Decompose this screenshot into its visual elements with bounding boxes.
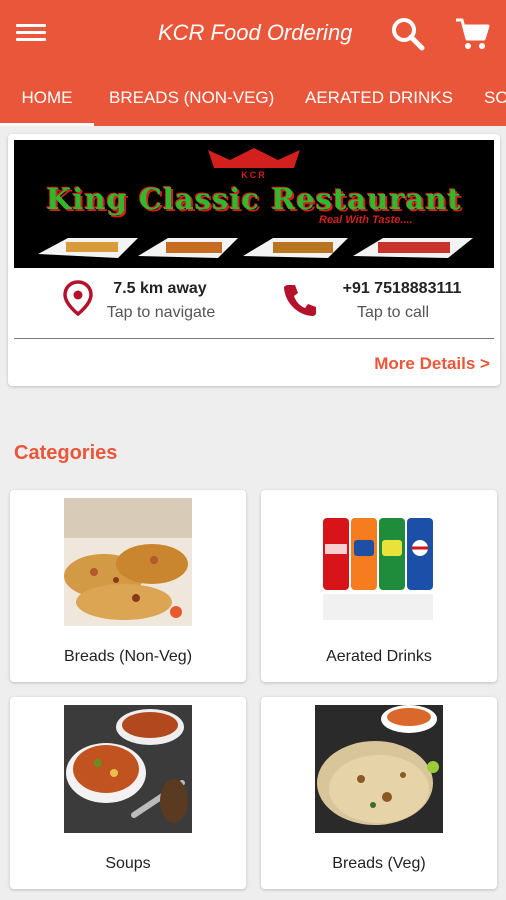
category-card-soups[interactable]: Soups xyxy=(10,697,246,889)
category-card-breads-non-veg[interactable]: Breads (Non-Veg) xyxy=(10,490,246,682)
navigate-link[interactable]: Tap to navigate xyxy=(88,304,234,322)
tab-aerated-drinks[interactable]: AERATED DRINKS xyxy=(305,70,453,126)
category-tabs: HOME BREADS (NON-VEG) AERATED DRINKS SO xyxy=(0,70,506,126)
food-plates-image xyxy=(38,238,473,258)
phone-number: +91 7518883111 xyxy=(342,280,462,297)
category-label: Breads (Non-Veg) xyxy=(63,648,193,665)
restaurant-info-card: KCR King Classic Restaurant Real With Ta… xyxy=(8,134,500,386)
category-card-aerated-drinks[interactable]: Aerated Drinks xyxy=(261,490,497,682)
categories-heading: Categories xyxy=(14,442,118,464)
breads-veg-image xyxy=(315,705,443,833)
cart-icon[interactable] xyxy=(453,15,491,53)
crown-icon xyxy=(208,148,300,168)
more-details-link[interactable]: More Details > xyxy=(374,354,490,374)
call-link[interactable]: Tap to call xyxy=(338,304,448,322)
breads-non-veg-image xyxy=(64,498,192,626)
restaurant-banner: KCR King Classic Restaurant Real With Ta… xyxy=(14,140,494,268)
category-label: Soups xyxy=(105,855,151,872)
tab-breads-non-veg[interactable]: BREADS (NON-VEG) xyxy=(109,70,274,126)
distance-text: 7.5 km away xyxy=(113,280,207,297)
category-label: Aerated Drinks xyxy=(326,648,432,665)
aerated-drinks-image xyxy=(315,498,443,626)
app-bar: KCR Food Ordering HOME BREADS (NON-VEG) … xyxy=(0,0,506,126)
soups-image xyxy=(64,705,192,833)
restaurant-name: King Classic Restaurant xyxy=(46,182,462,216)
app-title: KCR Food Ordering xyxy=(158,20,353,45)
banner-mark: KCR xyxy=(241,170,267,180)
restaurant-tagline: Real With Taste.... xyxy=(319,214,413,226)
tab-home[interactable]: HOME xyxy=(0,70,94,126)
search-icon[interactable] xyxy=(390,16,426,52)
category-label: Breads (Veg) xyxy=(332,855,426,872)
phone-icon xyxy=(284,285,316,316)
card-divider xyxy=(14,338,494,339)
tab-soups[interactable]: SO xyxy=(484,70,506,126)
menu-icon[interactable] xyxy=(14,20,48,48)
category-card-breads-veg[interactable]: Breads (Veg) xyxy=(261,697,497,889)
